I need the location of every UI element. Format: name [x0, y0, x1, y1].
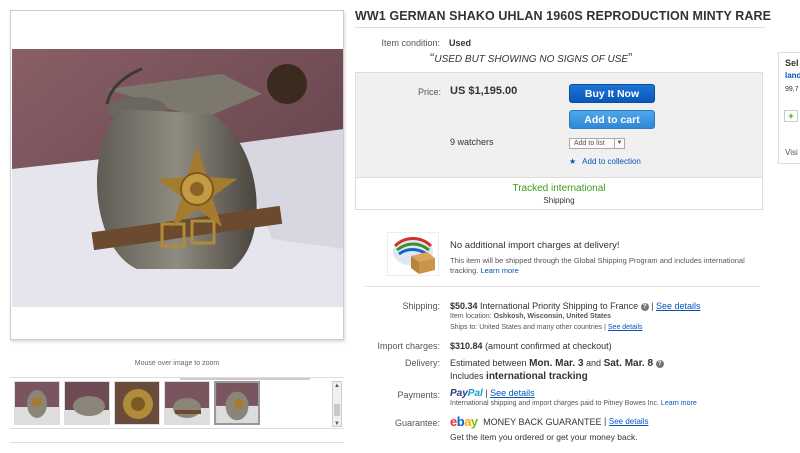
guarantee-text: Get the item you ordered or get your mon…	[450, 432, 638, 442]
shipping-caption: Shipping	[543, 196, 575, 205]
add-to-collection-link[interactable]: ★ Add to collection	[569, 157, 641, 166]
import-notice-text: This item will be shipped through the Gl…	[450, 256, 750, 276]
divider	[355, 27, 765, 28]
global-shipping-icon	[387, 232, 439, 276]
condition-description-text: USED BUT SHOWING NO SIGNS OF USE	[434, 54, 629, 65]
shipping-row: $50.34 International Priority Shipping t…	[450, 301, 701, 311]
guarantee-row: ebay MONEY BACK GUARANTEE | See details	[450, 414, 649, 429]
divider	[365, 286, 760, 287]
add-to-collection-label[interactable]: Add to collection	[582, 157, 641, 166]
thumbnail-3[interactable]	[114, 381, 160, 425]
import-charges-row: $310.84 (amount confirmed at checkout)	[450, 341, 612, 351]
shipping-cost: $50.34	[450, 301, 478, 311]
divider	[10, 442, 344, 443]
import-charges-label: Import charges:	[377, 341, 440, 351]
import-charges-note: (amount confirmed at checkout)	[485, 341, 612, 351]
delivery-and: and	[586, 358, 602, 368]
add-to-list-label: Add to list	[574, 140, 605, 147]
main-image-frame	[10, 10, 344, 340]
close-quote-icon: ”	[628, 50, 633, 65]
buy-box-shipping-summary: Tracked international Shipping	[356, 177, 762, 209]
ships-to-row: Ships to: United States and many other c…	[450, 324, 643, 331]
main-item-image[interactable]	[12, 49, 344, 307]
guarantee-see-details-link[interactable]: See details	[609, 417, 649, 426]
seller-heading: Sel	[785, 58, 799, 68]
buy-it-now-button[interactable]: Buy It Now	[569, 84, 655, 103]
item-location: Oshkosh, Wisconsin, United States	[493, 313, 611, 320]
scroll-up-icon[interactable]: ▲	[333, 382, 341, 390]
star-icon: ★	[569, 157, 577, 166]
delivery-tracking: international tracking	[486, 371, 588, 382]
ships-to: United States and many other countries	[479, 324, 603, 331]
chevron-down-icon[interactable]: ▼	[614, 139, 624, 148]
delivery-row: Estimated between Mon. Mar. 3 and Sat. M…	[450, 358, 664, 369]
payments-learn-more-link[interactable]: Learn more	[661, 400, 697, 407]
learn-more-link[interactable]: Learn more	[480, 266, 518, 275]
payments-see-details-link[interactable]: See details	[490, 388, 535, 398]
money-back-guarantee: MONEY BACK GUARANTEE	[483, 416, 602, 427]
delivery-end: Sat. Mar. 8	[603, 358, 654, 369]
thumbnail-scrollbar[interactable]: ▲ ▼	[332, 381, 342, 427]
seller-name-link[interactable]: land	[785, 71, 800, 80]
ships-to-label: Ships to:	[450, 324, 478, 331]
thumbnail-strip: ▲ ▼	[10, 377, 344, 429]
delivery-label: Delivery:	[404, 358, 440, 368]
delivery-start: Mon. Mar. 3	[529, 358, 584, 369]
condition-description: “USED BUT SHOWING NO SIGNS OF USE”	[430, 50, 632, 65]
thumbnail-1[interactable]	[14, 381, 60, 425]
scroll-thumb[interactable]	[334, 404, 340, 416]
condition-label: Item condition:	[381, 38, 440, 48]
condition-value: Used	[449, 38, 472, 48]
payments-note: International shipping and import charge…	[450, 400, 659, 407]
item-title: WW1 GERMAN SHAKO UHLAN 1960S REPRODUCTIO…	[355, 9, 772, 23]
buy-box: Price: US $1,195.00 Buy It Now Add to ca…	[355, 72, 763, 210]
shipping-service: International Priority Shipping to Franc…	[480, 301, 639, 311]
seller-info-box: Sel land 99,7 + Visi	[778, 52, 800, 164]
watchers-count: 9 watchers	[450, 137, 494, 147]
visit-store-link[interactable]: Visi	[785, 148, 798, 157]
payments-note-row: International shipping and import charge…	[450, 400, 697, 407]
seller-feedback-score: 99,7	[785, 86, 799, 93]
shipping-label: Shipping:	[402, 301, 440, 311]
scroll-down-icon[interactable]: ▼	[333, 420, 341, 428]
price-label: Price:	[417, 87, 441, 97]
add-to-list-dropdown[interactable]: Add to list ▼	[569, 138, 625, 149]
delivery-includes: Includes	[450, 371, 484, 381]
payments-row: PayPal | See details	[450, 388, 535, 399]
thumbnail-5[interactable]	[214, 381, 260, 425]
delivery-prefix: Estimated between	[450, 358, 527, 368]
thumbnail-4[interactable]	[164, 381, 210, 425]
item-location-row: Item location: Oshkosh, Wisconsin, Unite…	[450, 313, 611, 320]
follow-seller-button[interactable]: +	[784, 110, 798, 122]
thumbnail-2[interactable]	[64, 381, 110, 425]
price-value: US $1,195.00	[450, 85, 518, 97]
item-location-label: Item location:	[450, 313, 492, 320]
delivery-tracking-row: Includes international tracking	[450, 371, 588, 382]
add-to-cart-button[interactable]: Add to cart	[569, 110, 655, 129]
import-notice-title: No additional import charges at delivery…	[450, 240, 620, 251]
zoom-hint: Mouse over image to zoom	[134, 360, 220, 367]
import-charges-amount: $310.84	[450, 341, 483, 351]
help-icon[interactable]: ?	[640, 302, 649, 311]
ebay-logo: ebay	[450, 414, 478, 429]
paypal-logo: PayPal	[450, 388, 483, 399]
shipping-see-details-link[interactable]: See details	[656, 301, 701, 311]
tracked-international: Tracked international	[512, 183, 606, 194]
ships-to-see-details-link[interactable]: See details	[608, 324, 643, 331]
payments-label: Payments:	[397, 390, 440, 400]
guarantee-label: Guarantee:	[394, 418, 440, 428]
help-icon[interactable]: ?	[655, 359, 664, 368]
